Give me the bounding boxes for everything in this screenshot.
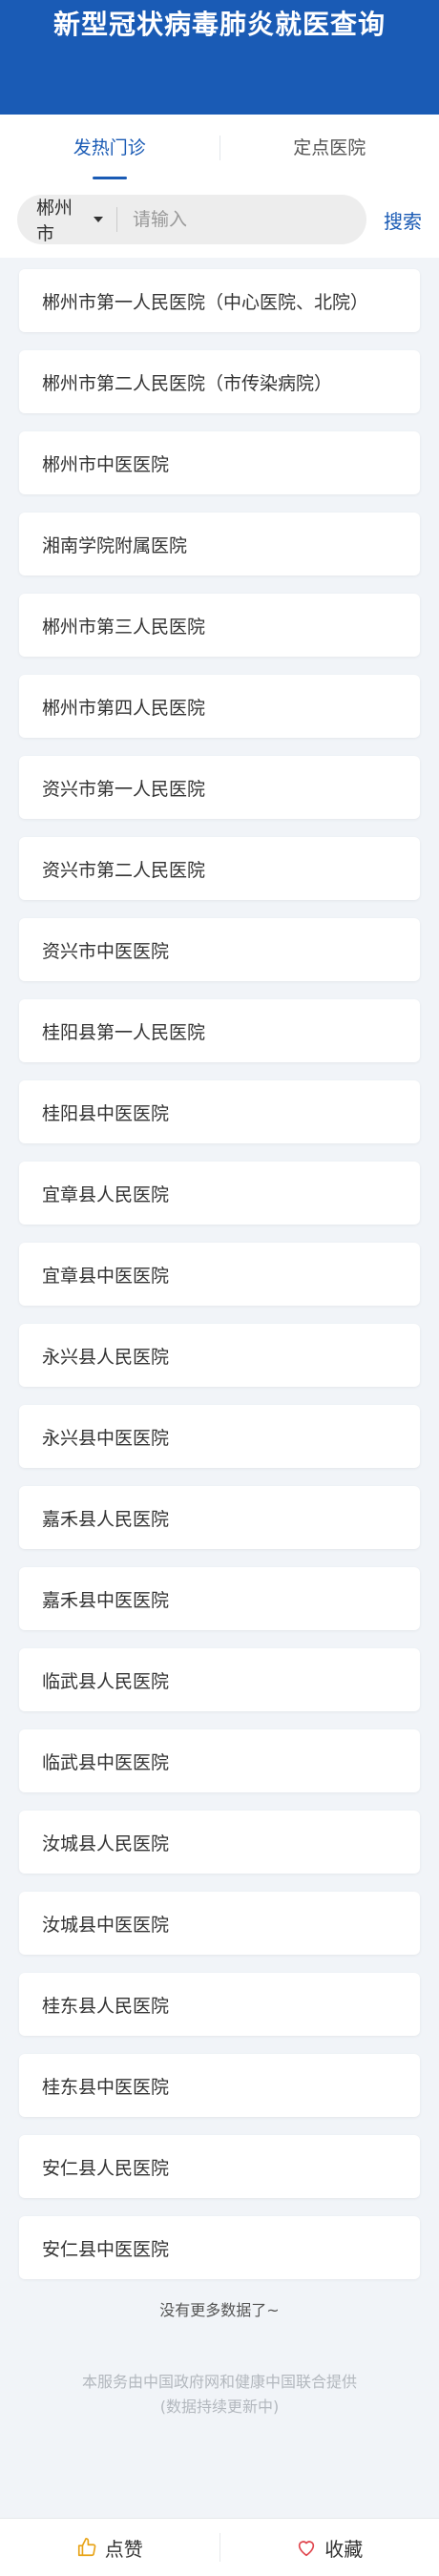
tab-bar: 发热门诊 定点医院 [0,115,439,181]
hospital-list-item[interactable]: 湘南学院附属医院 [19,513,420,576]
hospital-list-item[interactable]: 郴州市第二人民医院（市传染病院） [19,350,420,413]
hospital-list-item[interactable]: 安仁县人民医院 [19,2135,420,2198]
like-label: 点赞 [104,2537,143,2561]
hospital-list-item[interactable]: 临武县人民医院 [19,1648,420,1711]
hospital-list-item[interactable]: 桂阳县中医医院 [19,1080,420,1143]
heart-icon [299,2541,315,2557]
hospital-list-item[interactable]: 嘉禾县中医医院 [19,1567,420,1630]
bottom-action-bar: 点赞 收藏 [0,2518,439,2576]
hospital-list-item[interactable]: 资兴市第二人民医院 [19,837,420,900]
hospital-list-item[interactable]: 郴州市第三人民医院 [19,594,420,657]
search-input[interactable] [117,208,366,231]
hospital-list-item[interactable]: 桂东县中医医院 [19,2054,420,2117]
credit-line-2: (数据持续更新中) [159,2398,280,2416]
search-bar: 郴州市 搜索 [0,181,439,258]
hospital-list-item[interactable]: 临武县中医医院 [19,1729,420,1792]
no-more-data: 没有更多数据了~ [159,2301,280,2319]
like-button[interactable]: 点赞 [0,2534,220,2562]
hospital-list-item[interactable]: 资兴市第一人民医院 [19,756,420,819]
city-select-label: 郴州市 [36,198,73,244]
city-select[interactable]: 郴州市 [17,198,117,244]
hospital-list-item[interactable]: 永兴县中医医院 [19,1405,420,1468]
hospital-list-item[interactable]: 桂阳县第一人民医院 [19,999,420,1062]
hospital-list: 郴州市第一人民医院（中心医院、北院） 郴州市第二人民医院（市传染病院） 郴州市中医医… [0,269,439,2279]
thumbs-up-icon [77,2538,96,2557]
hospital-list-item[interactable]: 郴州市第一人民医院（中心医院、北院） [19,269,420,332]
hospital-list-item[interactable]: 汝城县中医医院 [19,1892,420,1955]
service-credit: 本服务由中国政府网和健康中国联合提供 (数据持续更新中) [0,2370,439,2419]
hospital-list-item[interactable]: 郴州市中医医院 [19,431,420,494]
page-title: 新型冠状病毒肺炎就医查询 [52,9,386,40]
tab-designated-hospital[interactable]: 定点医院 [220,115,439,181]
hospital-list-item[interactable]: 资兴市中医医院 [19,918,420,981]
hospital-list-item[interactable]: 宜章县中医医院 [19,1243,420,1306]
header-banner: 新型冠状病毒肺炎就医查询 [0,0,439,115]
search-button[interactable]: 搜索 [384,206,422,234]
hospital-list-item[interactable]: 永兴县人民医院 [19,1324,420,1387]
hospital-list-item[interactable]: 安仁县中医医院 [19,2216,420,2279]
favorite-button[interactable]: 收藏 [220,2534,439,2562]
credit-line-1: 本服务由中国政府网和健康中国联合提供 [81,2373,357,2391]
favorite-label: 收藏 [324,2537,364,2561]
tab-fever-clinic[interactable]: 发热门诊 [0,115,220,181]
hospital-list-item[interactable]: 桂东县人民医院 [19,1973,420,2036]
hospital-list-item[interactable]: 嘉禾县人民医院 [19,1486,420,1549]
search-box: 郴州市 [17,195,366,244]
hospital-list-item[interactable]: 宜章县人民医院 [19,1162,420,1225]
hospital-list-item[interactable]: 郴州市第四人民医院 [19,675,420,738]
hospital-list-item[interactable]: 汝城县人民医院 [19,1811,420,1874]
caret-down-icon [94,217,103,222]
